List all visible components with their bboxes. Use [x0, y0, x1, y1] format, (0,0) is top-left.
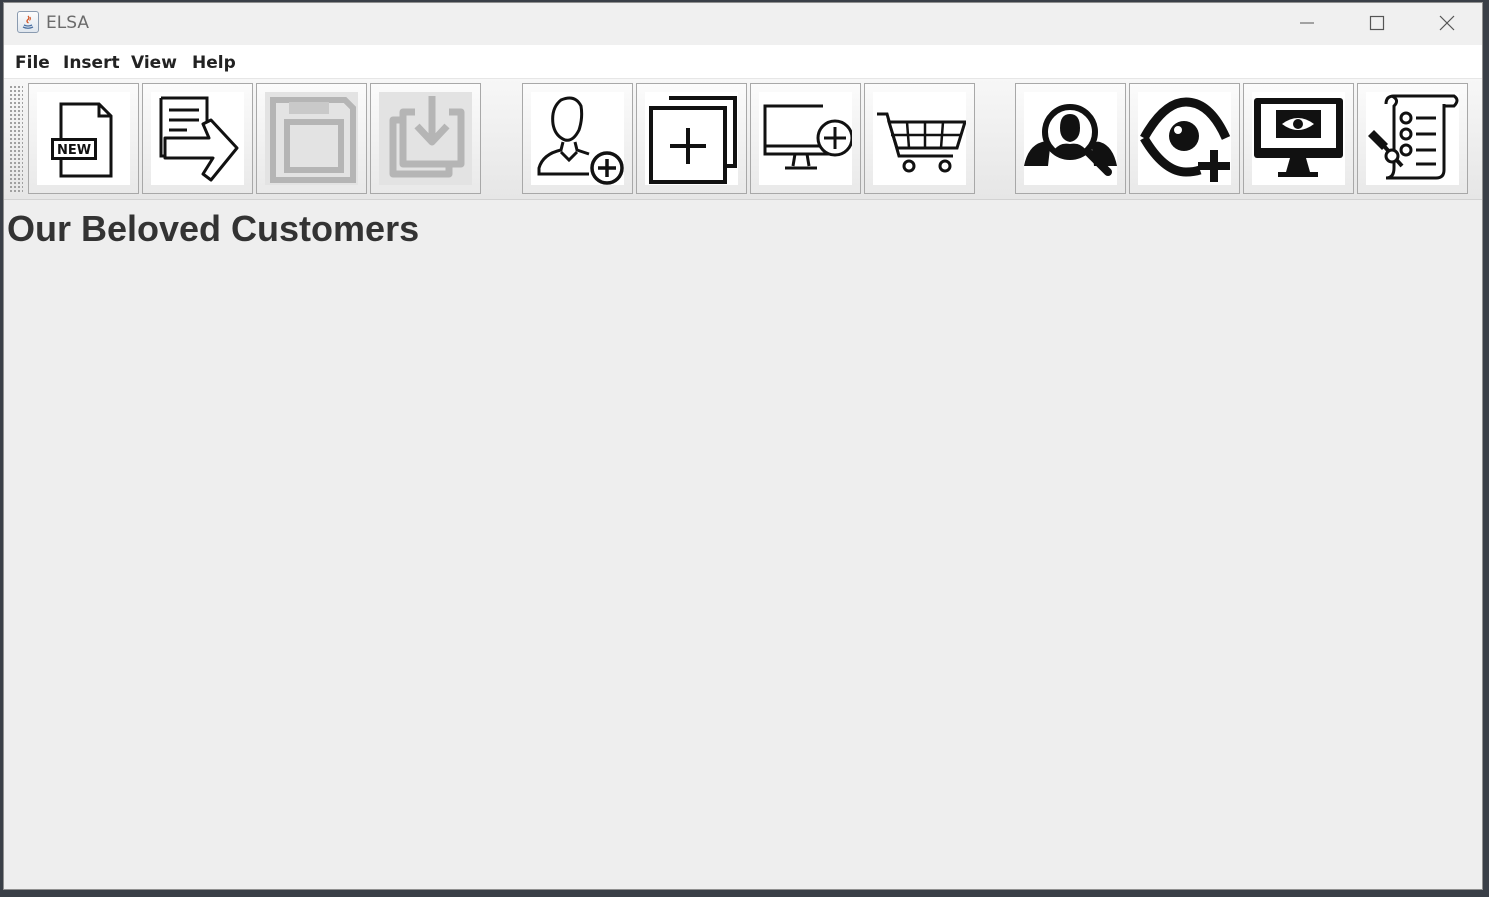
minimize-icon [1300, 22, 1314, 24]
add-view-icon [1140, 97, 1231, 182]
monitor-view-button[interactable] [1243, 83, 1354, 194]
close-button[interactable] [1412, 3, 1482, 43]
search-customer-button[interactable] [1015, 83, 1126, 194]
shopping-cart-icon [877, 112, 966, 173]
title-bar[interactable]: ELSA [4, 3, 1482, 45]
add-customer-icon [537, 96, 624, 185]
open-document-button[interactable] [142, 83, 253, 194]
add-item-button[interactable] [636, 83, 747, 194]
minimize-button[interactable] [1272, 3, 1342, 43]
import-button[interactable] [370, 83, 481, 194]
toolbar-grip[interactable] [9, 85, 23, 193]
new-document-icon: NEW [51, 102, 113, 178]
maximize-button[interactable] [1342, 3, 1412, 43]
menu-help[interactable]: Help [192, 53, 236, 73]
app-window: ELSA File Insert View Help NEW Our Belov… [3, 2, 1483, 890]
menu-file[interactable]: File [15, 53, 50, 73]
svg-text:NEW: NEW [57, 143, 91, 158]
menu-view[interactable]: View [131, 53, 177, 73]
add-view-button[interactable] [1129, 83, 1240, 194]
toolbar: NEW [4, 79, 1482, 200]
shopping-cart-button[interactable] [864, 83, 975, 194]
java-app-icon [17, 11, 39, 33]
open-document-icon [159, 96, 239, 182]
import-icon [389, 96, 465, 178]
add-item-icon [649, 96, 737, 184]
menu-bar: File Insert View Help [4, 45, 1482, 79]
menu-insert[interactable]: Insert [63, 53, 120, 73]
save-button[interactable] [256, 83, 367, 194]
add-customer-button[interactable] [522, 83, 633, 194]
window-title: ELSA [46, 13, 89, 33]
close-icon [1439, 15, 1455, 31]
save-icon [270, 97, 356, 183]
page-title: Our Beloved Customers [7, 208, 420, 249]
add-device-icon [763, 104, 852, 170]
checklist-icon [1368, 94, 1459, 180]
maximize-icon [1369, 15, 1385, 31]
checklist-button[interactable] [1357, 83, 1468, 194]
monitor-view-icon [1254, 98, 1343, 177]
search-customer-icon [1024, 104, 1117, 176]
new-document-button[interactable]: NEW [28, 83, 139, 194]
add-device-button[interactable] [750, 83, 861, 194]
main-content: Our Beloved Customers [4, 200, 1482, 889]
